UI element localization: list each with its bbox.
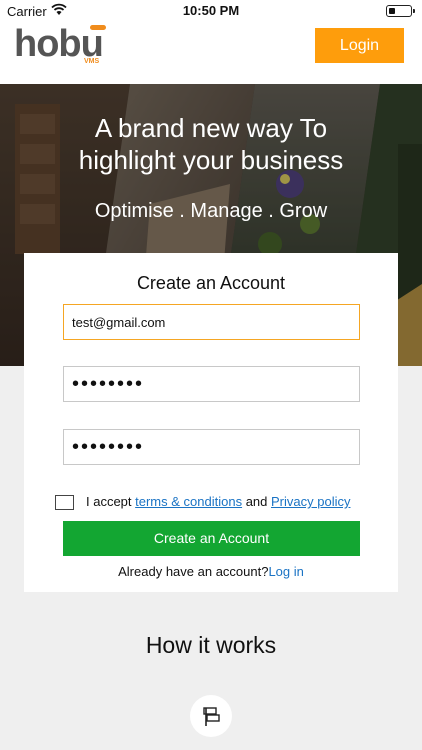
hero-title-line1: A brand new way To xyxy=(94,113,328,143)
clock: 10:50 PM xyxy=(182,3,240,18)
password-field[interactable] xyxy=(63,366,360,402)
terms-text: I accept terms & conditions and Privacy … xyxy=(86,494,350,509)
create-account-button[interactable]: Create an Account xyxy=(63,521,360,556)
terms-link[interactable]: terms & conditions xyxy=(135,494,242,509)
and-text: and xyxy=(242,494,271,509)
hobu-logo: hobu VMS xyxy=(14,24,114,70)
battery-icon xyxy=(386,5,415,17)
app-header: hobu VMS Login xyxy=(0,22,422,84)
hero-title: A brand new way To highlight your busine… xyxy=(0,112,422,176)
how-it-works-heading: How it works xyxy=(145,632,277,658)
accept-prefix: I accept xyxy=(86,494,136,509)
how-it-works-icon-circle xyxy=(190,695,232,737)
login-link[interactable]: Log in xyxy=(268,564,303,579)
logo-accent xyxy=(90,25,106,30)
hero-tagline: Optimise . Manage . Grow xyxy=(94,200,328,222)
signin-prompt: Already have an account? xyxy=(118,564,269,579)
signup-card: Create an Account I accept terms & condi… xyxy=(24,253,398,592)
login-button[interactable]: Login xyxy=(315,28,404,63)
logo-sub: VMS xyxy=(84,58,100,65)
battery-level xyxy=(389,8,395,14)
confirm-password-field[interactable] xyxy=(63,429,360,465)
hero-title-line2: highlight your business xyxy=(78,145,344,175)
privacy-link[interactable]: Privacy policy xyxy=(271,494,350,509)
status-bar: Carrier 10:50 PM xyxy=(0,0,422,22)
signup-title: Create an Account xyxy=(136,273,286,293)
battery-nub xyxy=(413,9,415,13)
email-field[interactable] xyxy=(63,304,360,340)
signpost-icon xyxy=(203,707,220,726)
accept-terms-checkbox[interactable] xyxy=(55,495,74,510)
signin-row: Already have an account?Log in xyxy=(24,564,398,579)
